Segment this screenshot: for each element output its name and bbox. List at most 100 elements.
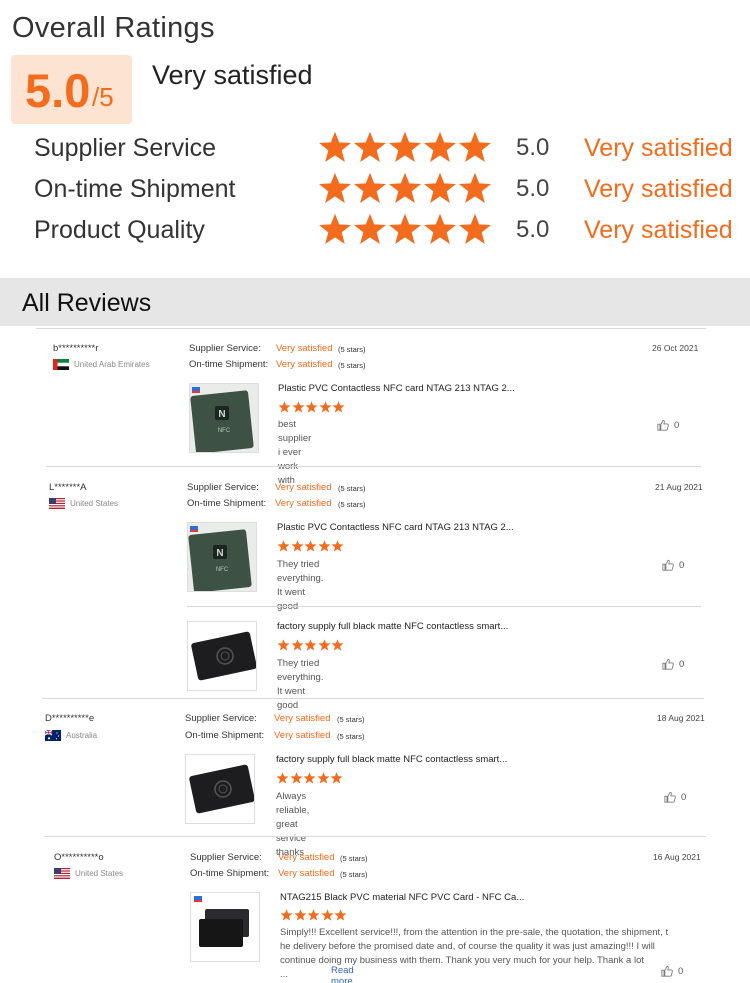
nfc-cards-pair-image bbox=[191, 893, 259, 961]
star-icon bbox=[353, 172, 387, 204]
product-rating-stars bbox=[280, 909, 348, 921]
supplier-service-stars: (5 stars) bbox=[340, 854, 368, 863]
on-time-shipment-label: On-time Shipment: bbox=[185, 730, 265, 741]
product-name[interactable]: Plastic PVC Contactless NFC card NTAG 21… bbox=[278, 383, 515, 394]
reviewer-country: Australia bbox=[45, 730, 97, 741]
rating-row-supplier-service: Supplier Service 5.0 Very satisfied bbox=[0, 130, 750, 170]
thumbs-up-icon bbox=[657, 419, 669, 431]
star-icon bbox=[277, 540, 290, 552]
supplier-service-value: Very satisfied bbox=[278, 852, 335, 863]
like-button[interactable]: 0 bbox=[664, 791, 686, 803]
like-count: 0 bbox=[681, 791, 687, 803]
all-reviews-title: All Reviews bbox=[22, 289, 152, 317]
all-reviews-header: All Reviews bbox=[0, 278, 750, 326]
rating-stars bbox=[318, 213, 493, 245]
star-icon bbox=[277, 639, 290, 651]
thumbs-up-icon bbox=[662, 559, 674, 571]
reviewer-name: D**********e bbox=[45, 713, 95, 724]
rating-verdict: Very satisfied bbox=[584, 134, 733, 162]
star-icon bbox=[290, 772, 303, 784]
like-button[interactable]: 0 bbox=[657, 419, 679, 431]
review-comment: They tried everything. It went good bbox=[277, 658, 324, 711]
rating-verdict: Very satisfied bbox=[584, 216, 733, 244]
reviewer-name: L*******A bbox=[49, 482, 87, 493]
product-name[interactable]: factory supply full black matte NFC cont… bbox=[276, 754, 507, 765]
thumbs-up-icon bbox=[662, 658, 674, 670]
reviewer-country-label: United States bbox=[75, 869, 124, 878]
reviewer-name: O**********o bbox=[54, 852, 104, 863]
reviewer-country: United States bbox=[54, 868, 123, 879]
like-button[interactable]: 0 bbox=[661, 965, 683, 977]
review-date: 16 Aug 2021 bbox=[653, 852, 701, 862]
on-time-shipment-label: On-time Shipment: bbox=[187, 498, 267, 509]
star-icon bbox=[280, 909, 293, 921]
divider bbox=[187, 606, 701, 607]
reviewer-country: United States bbox=[49, 498, 118, 509]
star-icon bbox=[318, 639, 331, 651]
rating-value: 5.0 bbox=[516, 216, 550, 243]
reviewer-country-label: United Arab Emirates bbox=[74, 360, 150, 369]
review-comment: Always reliable, great service thanks bbox=[276, 791, 310, 858]
reviewer-name: b**********r bbox=[53, 343, 99, 354]
on-time-shipment-value: Very satisfied bbox=[278, 868, 335, 879]
on-time-shipment-value: Very satisfied bbox=[275, 498, 332, 509]
au-flag-icon bbox=[45, 730, 61, 741]
nfc-card-green-image: N NFC bbox=[188, 523, 256, 591]
product-thumbnail[interactable]: N NFC bbox=[187, 522, 257, 592]
star-icon bbox=[318, 540, 331, 552]
star-icon bbox=[353, 213, 387, 245]
on-time-shipment-stars: (5 stars) bbox=[338, 361, 366, 370]
supplier-service-label: Supplier Service: bbox=[190, 852, 262, 863]
svg-text:N: N bbox=[218, 409, 225, 420]
svg-text:NFC: NFC bbox=[218, 428, 231, 434]
rating-stars bbox=[318, 172, 493, 204]
star-icon bbox=[291, 639, 304, 651]
like-count: 0 bbox=[679, 559, 685, 571]
rating-label: Supplier Service bbox=[34, 134, 217, 162]
nfc-card-black-image bbox=[188, 622, 256, 690]
rating-row-product-quality: Product Quality 5.0 Very satisfied bbox=[0, 212, 750, 252]
like-button[interactable]: 0 bbox=[662, 559, 684, 571]
product-name[interactable]: NTAG215 Black PVC material NFC PVC Card … bbox=[280, 892, 524, 903]
star-icon bbox=[318, 172, 352, 204]
on-time-shipment-stars: (5 stars) bbox=[338, 500, 366, 509]
star-icon bbox=[331, 639, 344, 651]
review-comment: best supplier i ever work with bbox=[278, 419, 312, 486]
star-icon bbox=[330, 772, 343, 784]
supplier-service-value: Very satisfied bbox=[274, 713, 331, 724]
on-time-shipment-value: Very satisfied bbox=[274, 730, 331, 741]
star-icon bbox=[423, 213, 457, 245]
nfc-card-black-image bbox=[186, 755, 254, 823]
supplier-service-label: Supplier Service: bbox=[185, 713, 257, 724]
star-icon bbox=[353, 131, 387, 163]
overall-score-max: /5 bbox=[92, 82, 114, 112]
divider bbox=[44, 836, 706, 837]
overall-score-badge: 5.0 /5 bbox=[11, 55, 132, 124]
on-time-shipment-value: Very satisfied bbox=[276, 359, 333, 370]
star-icon bbox=[318, 213, 352, 245]
like-button[interactable]: 0 bbox=[662, 658, 684, 670]
us-flag-icon bbox=[49, 498, 65, 509]
divider bbox=[36, 328, 706, 329]
overall-ratings-section: Overall Ratings 5.0 /5 Very satisfied Su… bbox=[0, 0, 750, 278]
star-icon bbox=[388, 172, 422, 204]
product-thumbnail[interactable] bbox=[187, 621, 257, 691]
rating-label: On-time Shipment bbox=[34, 175, 236, 203]
product-name[interactable]: factory supply full black matte NFC cont… bbox=[277, 621, 508, 632]
read-more-link[interactable]: Read more bbox=[331, 965, 354, 983]
star-icon bbox=[388, 213, 422, 245]
star-icon bbox=[304, 540, 317, 552]
product-rating-stars bbox=[277, 639, 345, 651]
product-name[interactable]: Plastic PVC Contactless NFC card NTAG 21… bbox=[277, 522, 514, 533]
divider bbox=[46, 466, 701, 467]
like-count: 0 bbox=[679, 658, 685, 670]
product-thumbnail[interactable] bbox=[190, 892, 260, 962]
product-thumbnail[interactable] bbox=[185, 754, 255, 824]
supplier-service-label: Supplier Service: bbox=[189, 343, 261, 354]
star-icon bbox=[458, 213, 492, 245]
review-date: 26 Oct 2021 bbox=[652, 343, 699, 353]
product-rating-stars bbox=[278, 401, 346, 413]
product-thumbnail[interactable]: N NFC bbox=[189, 383, 259, 453]
star-icon bbox=[276, 772, 289, 784]
svg-text:N: N bbox=[216, 548, 223, 559]
